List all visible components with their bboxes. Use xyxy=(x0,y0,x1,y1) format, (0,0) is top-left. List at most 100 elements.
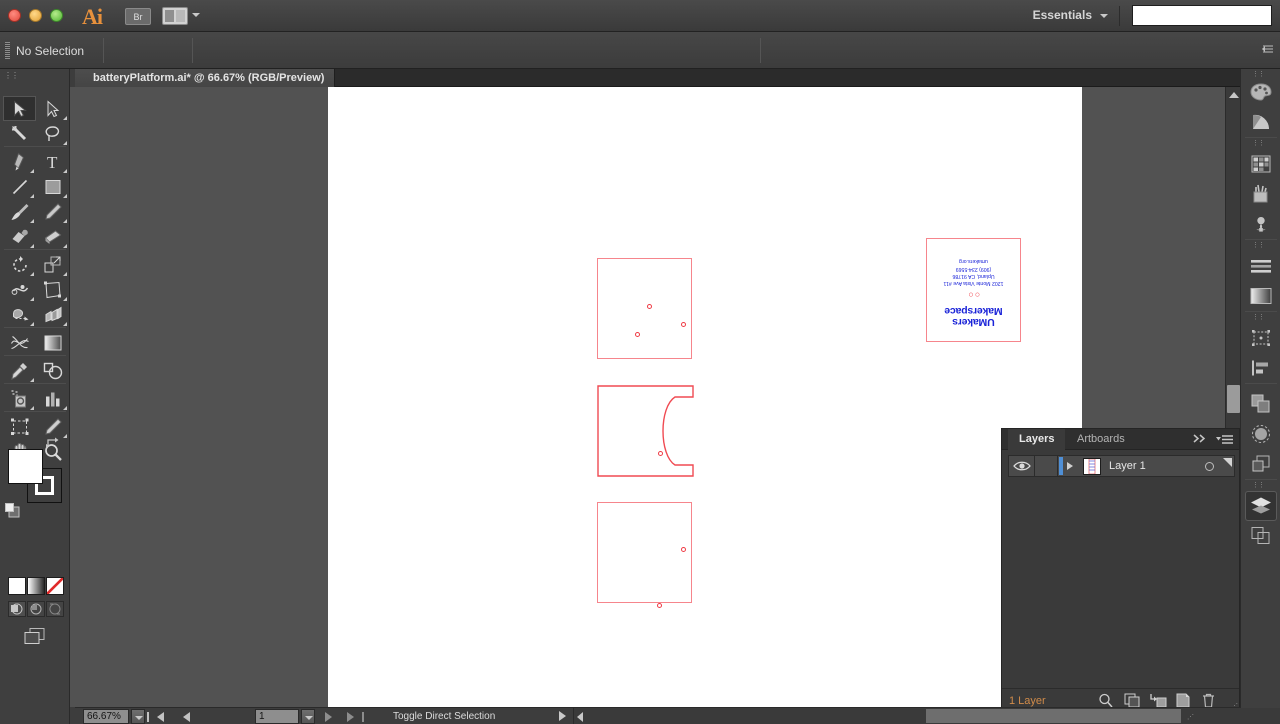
dock-group-grip[interactable]: ⋮⋮ xyxy=(1252,139,1265,147)
double-chevron-right-icon[interactable] xyxy=(1193,434,1207,446)
color-swatch-button[interactable] xyxy=(8,577,26,595)
swap-fill-stroke-icon[interactable] xyxy=(45,437,60,452)
pen-tool[interactable] xyxy=(3,149,36,174)
pencil-tool[interactable] xyxy=(36,199,69,224)
chevron-down-icon[interactable] xyxy=(1100,14,1108,18)
layers-list[interactable]: Layer 1 xyxy=(1008,455,1235,724)
column-graph-tool[interactable] xyxy=(36,386,69,411)
status-menu-arrow-icon[interactable] xyxy=(559,711,566,721)
brushes-panel-icon[interactable] xyxy=(1245,179,1277,209)
fill-stroke-proxy[interactable] xyxy=(8,449,62,503)
first-artboard-button[interactable] xyxy=(147,712,164,722)
draw-inside-button[interactable] xyxy=(46,601,64,617)
control-bar-grip[interactable] xyxy=(5,42,10,59)
rotate-tool[interactable] xyxy=(3,252,36,277)
document-tab[interactable]: close-icon batteryPlatform.ai* @ 66.67% … xyxy=(75,69,336,87)
scale-tool[interactable] xyxy=(36,252,69,277)
transparency-panel-icon[interactable] xyxy=(1245,419,1277,449)
layers-panel-icon[interactable] xyxy=(1245,491,1277,521)
layer-visibility-toggle[interactable] xyxy=(1009,456,1035,476)
dock-group-grip[interactable]: ⋮⋮ xyxy=(1252,481,1265,489)
window-minimize-button[interactable] xyxy=(29,9,42,22)
anchor-point[interactable] xyxy=(635,332,640,337)
artboard-number-input[interactable]: 1 xyxy=(255,709,299,724)
slice-tool[interactable] xyxy=(36,414,69,439)
anchor-point[interactable] xyxy=(647,304,652,309)
notched-plate-shape[interactable] xyxy=(597,385,695,477)
selection-tool[interactable] xyxy=(3,96,36,121)
window-resize-grip[interactable]: ⋰ xyxy=(1187,713,1194,721)
workspace-switcher[interactable]: Essentials xyxy=(1033,8,1092,22)
artboard-tool[interactable] xyxy=(3,414,36,439)
panel-menu-icon[interactable] xyxy=(1216,433,1233,445)
previous-artboard-button[interactable] xyxy=(183,712,190,722)
shape-builder-tool[interactable] xyxy=(3,302,36,327)
color-guide-panel-icon[interactable] xyxy=(1245,107,1277,137)
layer-expand-triangle[interactable] xyxy=(1067,462,1073,470)
chevron-down-icon[interactable] xyxy=(192,13,200,17)
anchor-point[interactable] xyxy=(681,547,686,552)
perspective-grid-tool[interactable] xyxy=(36,302,69,327)
magic-wand-tool[interactable] xyxy=(3,121,36,146)
width-tool[interactable] xyxy=(3,277,36,302)
dock-group-grip[interactable]: ⋮⋮ xyxy=(1252,313,1265,321)
draw-behind-button[interactable] xyxy=(27,601,45,617)
draw-normal-button[interactable] xyxy=(8,601,26,617)
type-tool[interactable]: T xyxy=(36,149,69,174)
change-screen-mode-button[interactable] xyxy=(18,623,51,648)
pathfinder-panel-icon[interactable] xyxy=(1245,389,1277,419)
appearance-panel-icon[interactable] xyxy=(1245,449,1277,479)
vertical-scroll-thumb[interactable] xyxy=(1227,385,1240,413)
default-fill-stroke-icon[interactable] xyxy=(5,503,20,518)
stroke-panel-icon[interactable] xyxy=(1245,251,1277,281)
line-segment-tool[interactable] xyxy=(3,174,36,199)
anchor-point[interactable] xyxy=(681,322,686,327)
layer-name-label[interactable]: Layer 1 xyxy=(1109,460,1146,472)
tab-artboards[interactable]: Artboards xyxy=(1066,429,1136,450)
next-artboard-button[interactable] xyxy=(325,712,332,722)
fill-proxy-swatch[interactable] xyxy=(8,449,43,484)
canvas-horizontal-scrollbar[interactable] xyxy=(573,708,1280,724)
artboard-number-dropdown[interactable] xyxy=(301,709,315,724)
swatches-panel-icon[interactable] xyxy=(1245,149,1277,179)
free-transform-tool[interactable] xyxy=(36,277,69,302)
launch-bridge-button[interactable]: Br xyxy=(125,8,151,25)
symbol-sprayer-tool[interactable] xyxy=(3,386,36,411)
plate-shape-four[interactable] xyxy=(597,502,692,608)
tools-panel-grip[interactable]: ⋮⋮ xyxy=(4,71,19,80)
direct-selection-tool[interactable] xyxy=(36,96,69,121)
zoom-level-dropdown[interactable] xyxy=(131,709,145,724)
last-artboard-button[interactable] xyxy=(347,712,364,722)
horizontal-scroll-thumb[interactable] xyxy=(926,709,1181,723)
arrange-documents-button[interactable] xyxy=(162,7,188,25)
window-close-button[interactable] xyxy=(8,9,21,22)
control-bar-overflow-icon[interactable] xyxy=(1262,44,1274,56)
gradient-panel-icon[interactable] xyxy=(1245,281,1277,311)
layer-lock-toggle[interactable] xyxy=(1036,456,1058,476)
anchor-point[interactable] xyxy=(658,451,663,456)
none-swatch-button[interactable] xyxy=(46,577,64,595)
layer-target-indicator[interactable] xyxy=(1205,462,1214,471)
blend-tool[interactable] xyxy=(36,358,69,383)
artboards-panel-icon[interactable] xyxy=(1245,521,1277,551)
transform-panel-icon[interactable] xyxy=(1245,323,1277,353)
artboard[interactable]: UMakers Makerspace ○○ 1202 Monte Vista A… xyxy=(328,87,1082,707)
eraser-tool[interactable] xyxy=(36,224,69,249)
anchor-point[interactable] xyxy=(657,603,662,608)
mesh-tool[interactable] xyxy=(3,330,36,355)
plate-shape-two[interactable] xyxy=(597,258,692,359)
align-panel-icon[interactable] xyxy=(1245,353,1277,383)
gradient-tool[interactable] xyxy=(36,330,69,355)
rectangle-tool[interactable] xyxy=(36,174,69,199)
scroll-left-icon[interactable] xyxy=(577,712,583,722)
tab-layers[interactable]: Layers xyxy=(1008,429,1066,450)
help-search-input[interactable] xyxy=(1132,5,1272,26)
scroll-up-icon[interactable] xyxy=(1229,92,1239,98)
lasso-tool[interactable] xyxy=(36,121,69,146)
dock-group-grip[interactable]: ⋮⋮ xyxy=(1252,241,1265,249)
eyedropper-tool[interactable] xyxy=(3,358,36,383)
blob-brush-tool[interactable] xyxy=(3,224,36,249)
symbols-panel-icon[interactable] xyxy=(1245,209,1277,239)
business-card-artwork[interactable]: UMakers Makerspace ○○ 1202 Monte Vista A… xyxy=(926,238,1021,342)
color-panel-icon[interactable] xyxy=(1245,77,1277,107)
